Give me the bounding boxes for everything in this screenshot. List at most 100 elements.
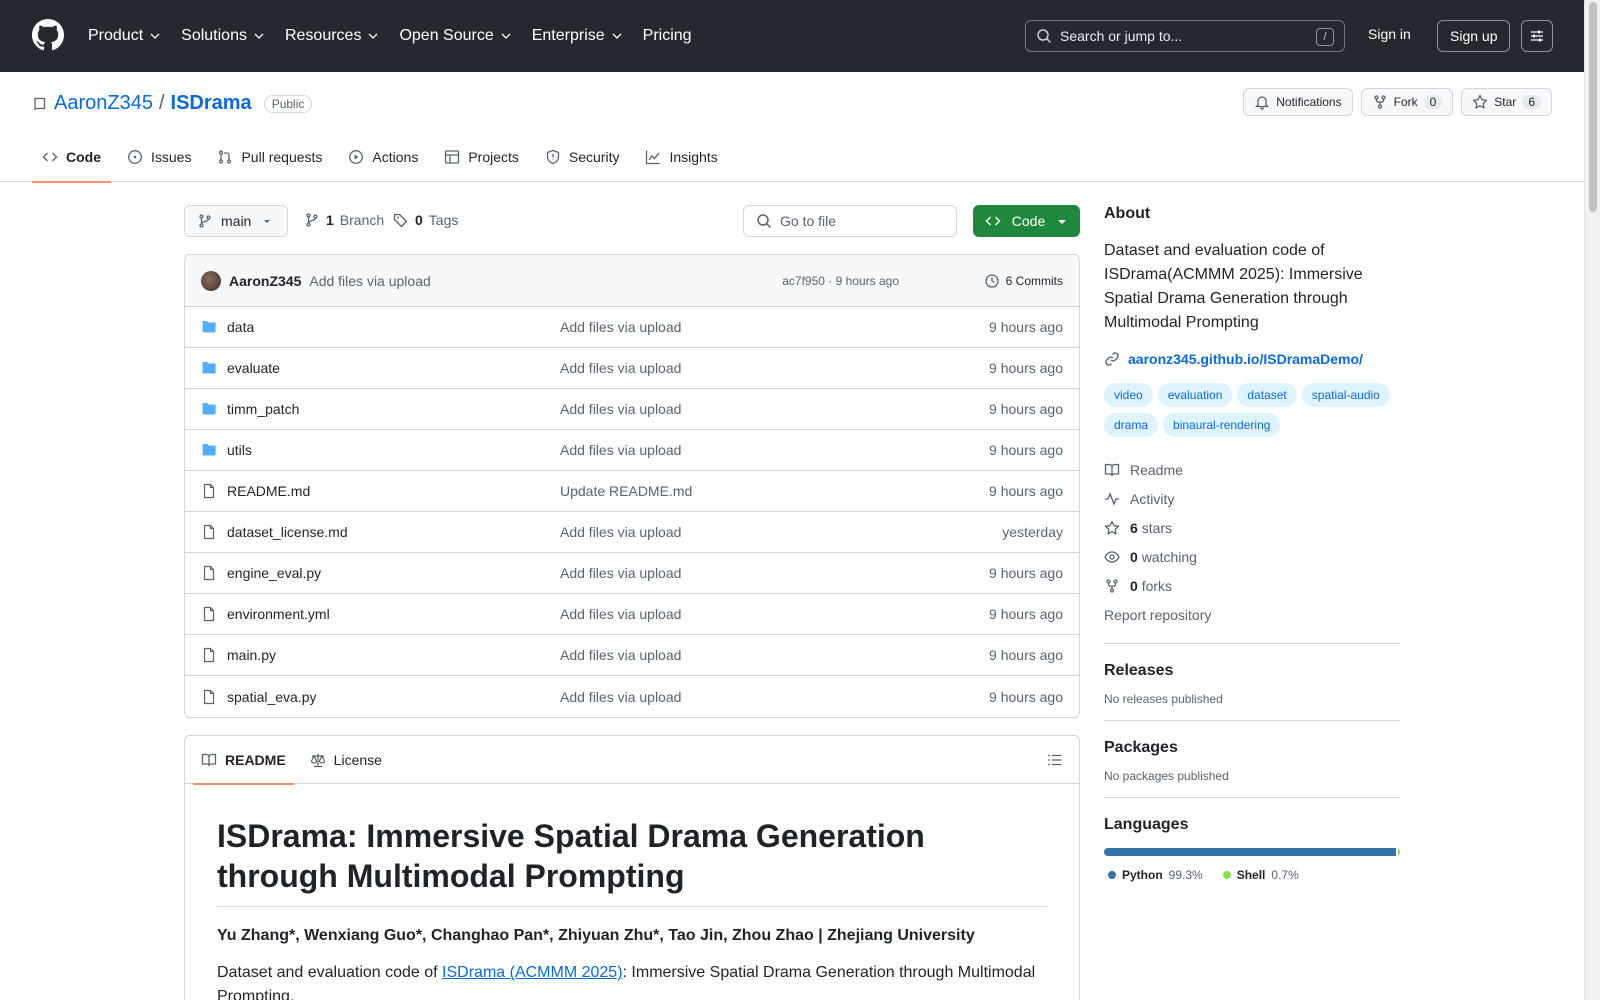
language-item[interactable]: Python 99.3%: [1108, 868, 1203, 882]
releases-heading[interactable]: Releases: [1104, 662, 1400, 680]
file-commit-message[interactable]: Add files via upload: [560, 319, 681, 335]
file-name-link[interactable]: dataset_license.md: [227, 524, 348, 540]
file-commit-message[interactable]: Add files via upload: [560, 524, 681, 540]
command-menu-button[interactable]: [1521, 20, 1553, 52]
divider: [1104, 643, 1400, 644]
table-row[interactable]: utils Add files via upload 9 hours ago: [185, 430, 1079, 471]
repo-icon: [34, 97, 46, 110]
table-row[interactable]: spatial_eva.py Add files via upload 9 hour…: [185, 676, 1079, 717]
file-name-link[interactable]: environment.yml: [227, 606, 330, 622]
tab-security[interactable]: Security: [535, 132, 630, 182]
tab-readme[interactable]: README: [193, 736, 294, 785]
fork-count: 0: [1423, 95, 1443, 109]
topic-tag[interactable]: drama: [1104, 413, 1159, 437]
commit-message[interactable]: Add files via upload: [309, 273, 430, 289]
report-repository-link[interactable]: Report repository: [1104, 600, 1400, 629]
github-logo-icon[interactable]: [32, 19, 64, 51]
repo-name-link[interactable]: ISDrama: [171, 92, 252, 115]
file-commit-message[interactable]: Add files via upload: [560, 401, 681, 417]
book-icon: [1104, 463, 1120, 476]
table-row[interactable]: environment.yml Add files via upload 9 hou…: [185, 594, 1079, 635]
sign-in-link[interactable]: Sign in: [1368, 26, 1411, 42]
topic-tag[interactable]: dataset: [1237, 383, 1297, 407]
topic-tag[interactable]: evaluation: [1157, 383, 1233, 407]
table-row[interactable]: evaluate Add files via upload 9 hours ago: [185, 348, 1079, 389]
tab-pull-requests[interactable]: Pull requests: [207, 132, 332, 182]
file-name-link[interactable]: spatial_eva.py: [227, 689, 317, 705]
table-row[interactable]: main.py Add files via upload 9 hours ago: [185, 635, 1079, 676]
list-icon[interactable]: [1047, 752, 1063, 768]
paper-link[interactable]: ISDrama (ACMMM 2025): [442, 964, 622, 981]
file-name-link[interactable]: README.md: [227, 483, 310, 499]
code-download-button[interactable]: Code: [973, 205, 1080, 237]
file-commit-time: yesterday: [1002, 524, 1063, 540]
tab-code[interactable]: Code: [32, 132, 111, 183]
repo-owner-link[interactable]: AaronZ345: [54, 92, 153, 115]
commit-hash-time[interactable]: ac7f950 · 9 hours ago: [782, 274, 899, 288]
sidebar-activity-link[interactable]: Activity: [1104, 484, 1400, 513]
topic-tag[interactable]: video: [1104, 383, 1153, 407]
file-name-link[interactable]: data: [227, 319, 254, 335]
nav-open-source[interactable]: Open Source: [399, 27, 511, 45]
avatar[interactable]: [201, 270, 221, 291]
folder-icon: [201, 360, 217, 376]
file-name-link[interactable]: timm_patch: [227, 401, 299, 417]
sidebar-readme-link[interactable]: Readme: [1104, 455, 1400, 484]
file-commit-message[interactable]: Add files via upload: [560, 606, 681, 622]
table-row[interactable]: README.md Update README.md 9 hours ago: [185, 471, 1079, 512]
star-button[interactable]: Star 6: [1461, 88, 1552, 116]
tab-issues[interactable]: Issues: [117, 132, 201, 182]
nav-product[interactable]: Product: [88, 27, 161, 45]
table-row[interactable]: dataset_license.md Add files via upload ye…: [185, 512, 1079, 553]
go-to-file-input[interactable]: Go to file: [743, 205, 957, 237]
nav-resources[interactable]: Resources: [285, 27, 379, 45]
branches-link[interactable]: 1 Branch: [304, 212, 384, 228]
branch-selector[interactable]: main: [184, 205, 289, 237]
topic-tag[interactable]: binaural-rendering: [1163, 413, 1281, 437]
nav-solutions[interactable]: Solutions: [181, 27, 265, 45]
table-row[interactable]: engine_eval.py Add files via upload 9 hour…: [185, 553, 1079, 594]
homepage-link[interactable]: aaronz345.github.io/ISDramaDemo/: [1104, 351, 1400, 367]
commit-author[interactable]: AaronZ345: [229, 273, 301, 289]
file-icon: [201, 524, 217, 540]
file-icon: [201, 565, 217, 581]
tab-insights[interactable]: Insights: [635, 132, 727, 182]
commits-link[interactable]: 6 Commits: [984, 273, 1063, 289]
file-name-link[interactable]: main.py: [227, 647, 276, 663]
file-name-link[interactable]: utils: [227, 442, 252, 458]
sidebar-stars-link[interactable]: 6 stars: [1104, 513, 1400, 542]
sign-up-button[interactable]: Sign up: [1437, 20, 1511, 52]
sidebar-watching-link[interactable]: 0 watching: [1104, 542, 1400, 571]
table-row[interactable]: data Add files via upload 9 hours ago: [185, 307, 1079, 348]
fork-button[interactable]: Fork 0: [1360, 88, 1454, 116]
file-commit-message[interactable]: Add files via upload: [560, 647, 681, 663]
file-name-link[interactable]: engine_eval.py: [227, 565, 321, 581]
nav-pricing[interactable]: Pricing: [643, 27, 692, 45]
page-scrollbar[interactable]: [1584, 0, 1600, 1000]
sidebar-forks-link[interactable]: 0 forks: [1104, 571, 1400, 600]
file-commit-message[interactable]: Update README.md: [560, 483, 692, 499]
file-commit-message[interactable]: Add files via upload: [560, 565, 681, 581]
tags-link[interactable]: 0 Tags: [393, 212, 458, 228]
packages-heading[interactable]: Packages: [1104, 739, 1400, 757]
scrollbar-thumb[interactable]: [1589, 2, 1597, 212]
tab-actions[interactable]: Actions: [338, 132, 428, 182]
file-commit-message[interactable]: Add files via upload: [560, 360, 681, 376]
tab-license[interactable]: License: [302, 736, 390, 784]
file-commit-message[interactable]: Add files via upload: [560, 689, 681, 705]
file-commit-time: 9 hours ago: [989, 606, 1063, 622]
folder-icon: [201, 401, 217, 417]
topics-list: video evaluation dataset spatial-audio d…: [1104, 383, 1400, 437]
table-row[interactable]: timm_patch Add files via upload 9 hours ag…: [185, 389, 1079, 430]
file-commit-message[interactable]: Add files via upload: [560, 442, 681, 458]
nav-enterprise[interactable]: Enterprise: [532, 27, 623, 45]
search-input[interactable]: Search or jump to... /: [1025, 20, 1345, 52]
language-item[interactable]: Shell 0.7%: [1222, 868, 1299, 882]
topic-tag[interactable]: spatial-audio: [1301, 383, 1390, 407]
file-icon: [201, 689, 217, 705]
readme-paragraph: Dataset and evaluation code of ISDrama (…: [217, 964, 1036, 1000]
tab-projects[interactable]: Projects: [434, 132, 529, 182]
about-heading: About: [1104, 205, 1151, 222]
file-name-link[interactable]: evaluate: [227, 360, 280, 376]
notifications-button[interactable]: Notifications: [1243, 88, 1353, 116]
